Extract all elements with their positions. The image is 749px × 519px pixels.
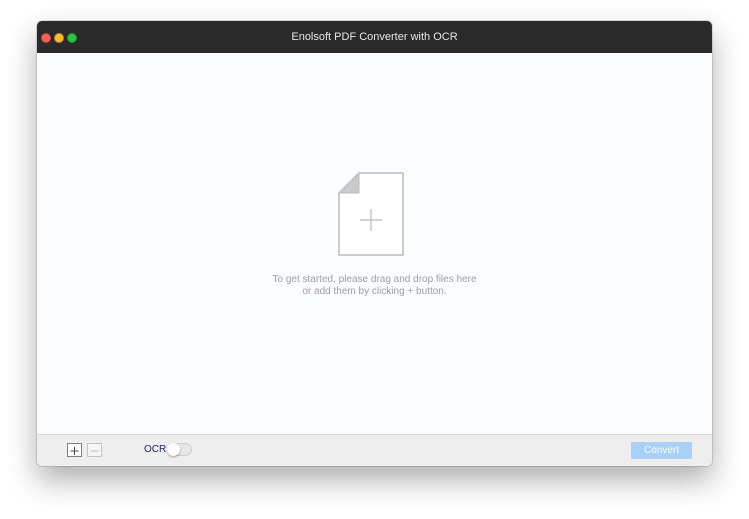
add-file-button[interactable] <box>67 443 82 457</box>
ocr-toggle-knob <box>167 443 180 456</box>
ocr-toggle[interactable] <box>167 443 192 456</box>
ocr-label: OCR <box>144 444 167 455</box>
window-title: Enolsoft PDF Converter with OCR <box>291 31 458 43</box>
app-window: Enolsoft PDF Converter with OCR To get s… <box>37 21 712 466</box>
minus-icon <box>90 450 99 452</box>
remove-file-button[interactable] <box>87 443 102 457</box>
convert-button[interactable]: Convert <box>631 442 692 459</box>
title-bar[interactable]: Enolsoft PDF Converter with OCR <box>37 21 712 53</box>
drop-hint-line-1: To get started, please drag and drop fil… <box>272 274 477 285</box>
file-drop-zone[interactable]: To get started, please drag and drop fil… <box>37 53 712 434</box>
drop-hint-line-2: or add them by clicking + button. <box>302 286 447 297</box>
drop-hint-text: To get started, please drag and drop fil… <box>37 274 712 298</box>
bottom-toolbar: OCR Convert <box>37 434 712 466</box>
add-file-icon[interactable] <box>337 171 405 257</box>
plus-icon <box>70 447 79 455</box>
